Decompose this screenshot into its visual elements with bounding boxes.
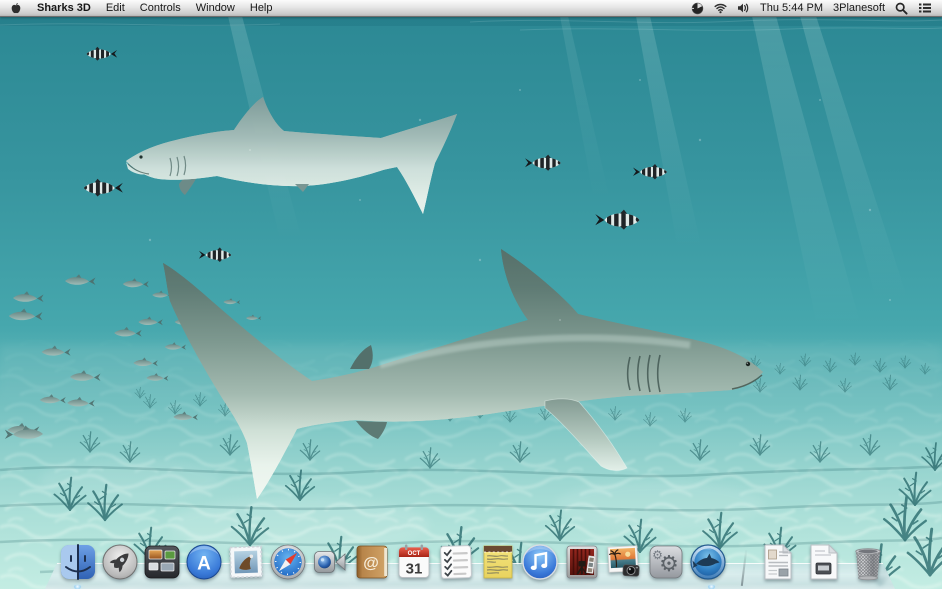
menu-clock[interactable]: Thu 5:44 PM — [760, 2, 823, 14]
contacts-icon: @ — [351, 541, 393, 583]
mission-control-icon — [141, 541, 183, 583]
dock-item-iphoto[interactable] — [603, 541, 645, 583]
svg-text:OCT: OCT — [408, 551, 421, 557]
menu-item-controls[interactable]: Controls — [140, 2, 181, 14]
dock-item-safari[interactable] — [267, 541, 309, 583]
dock-item-app-store[interactable]: A — [183, 541, 225, 583]
system-preferences-icon: ⚙ ⚙ — [645, 541, 687, 583]
apple-menu[interactable] — [10, 2, 22, 15]
dock-item-downloads-stack[interactable] — [803, 541, 845, 583]
dock-item-sharks-3d[interactable] — [687, 541, 729, 583]
volume-icon[interactable] — [737, 2, 750, 14]
dock-item-mission-control[interactable] — [141, 541, 183, 583]
dock-item-photo-booth[interactable] — [561, 541, 603, 583]
facetime-icon — [309, 541, 351, 583]
launchpad-icon — [99, 541, 141, 583]
notification-center-icon[interactable] — [918, 2, 932, 14]
svg-text:31: 31 — [406, 561, 423, 578]
dock-item-notes[interactable] — [477, 541, 519, 583]
trash-icon — [847, 541, 889, 583]
desktop-screen: Sharks 3D Edit Controls Window Help — [0, 0, 942, 589]
dock-item-itunes[interactable] — [519, 541, 561, 583]
menu-user-name[interactable]: 3Planesoft — [833, 2, 885, 14]
itunes-icon — [519, 541, 561, 583]
running-indicator-sharks-3d — [707, 585, 716, 589]
menu-bar: Sharks 3D Edit Controls Window Help — [0, 0, 942, 17]
svg-text:A: A — [197, 554, 211, 575]
menu-item-edit[interactable]: Edit — [106, 2, 125, 14]
sharks-3d-icon — [687, 541, 729, 583]
dock-item-reminders[interactable] — [435, 541, 477, 583]
dock-item-mail[interactable] — [225, 541, 267, 583]
finder-icon — [57, 541, 99, 583]
underwater-wallpaper — [0, 0, 942, 589]
notes-icon — [477, 541, 519, 583]
dock-item-facetime[interactable] — [309, 541, 351, 583]
dock-item-calendar[interactable]: OCT 31 — [393, 541, 435, 583]
menu-item-window[interactable]: Window — [196, 2, 235, 14]
pie-status-icon[interactable] — [691, 2, 704, 15]
reminders-icon — [435, 541, 477, 583]
svg-text:⚙: ⚙ — [652, 548, 663, 562]
calendar-icon: OCT 31 — [393, 541, 435, 583]
dock: A — [0, 527, 942, 589]
wifi-icon[interactable] — [714, 2, 727, 14]
dock-item-finder[interactable] — [57, 541, 99, 583]
downloads-stack-icon — [803, 541, 845, 583]
documents-stack-icon — [757, 541, 799, 583]
safari-icon — [267, 541, 309, 583]
app-store-icon: A — [183, 541, 225, 583]
dock-item-launchpad[interactable] — [99, 541, 141, 583]
apple-logo-icon — [10, 2, 22, 15]
dock-item-documents-stack[interactable] — [757, 541, 799, 583]
app-menu-sharks-3d[interactable]: Sharks 3D — [37, 2, 91, 14]
dock-item-contacts[interactable]: @ — [351, 541, 393, 583]
svg-text:@: @ — [363, 555, 379, 572]
dock-item-trash[interactable] — [847, 541, 889, 583]
spotlight-search-icon[interactable] — [895, 2, 908, 15]
running-indicator-finder — [73, 585, 82, 589]
mail-icon — [225, 541, 267, 583]
menu-item-help[interactable]: Help — [250, 2, 273, 14]
dock-item-system-preferences[interactable]: ⚙ ⚙ — [645, 541, 687, 583]
iphoto-icon — [603, 541, 645, 583]
photo-booth-icon — [561, 541, 603, 583]
